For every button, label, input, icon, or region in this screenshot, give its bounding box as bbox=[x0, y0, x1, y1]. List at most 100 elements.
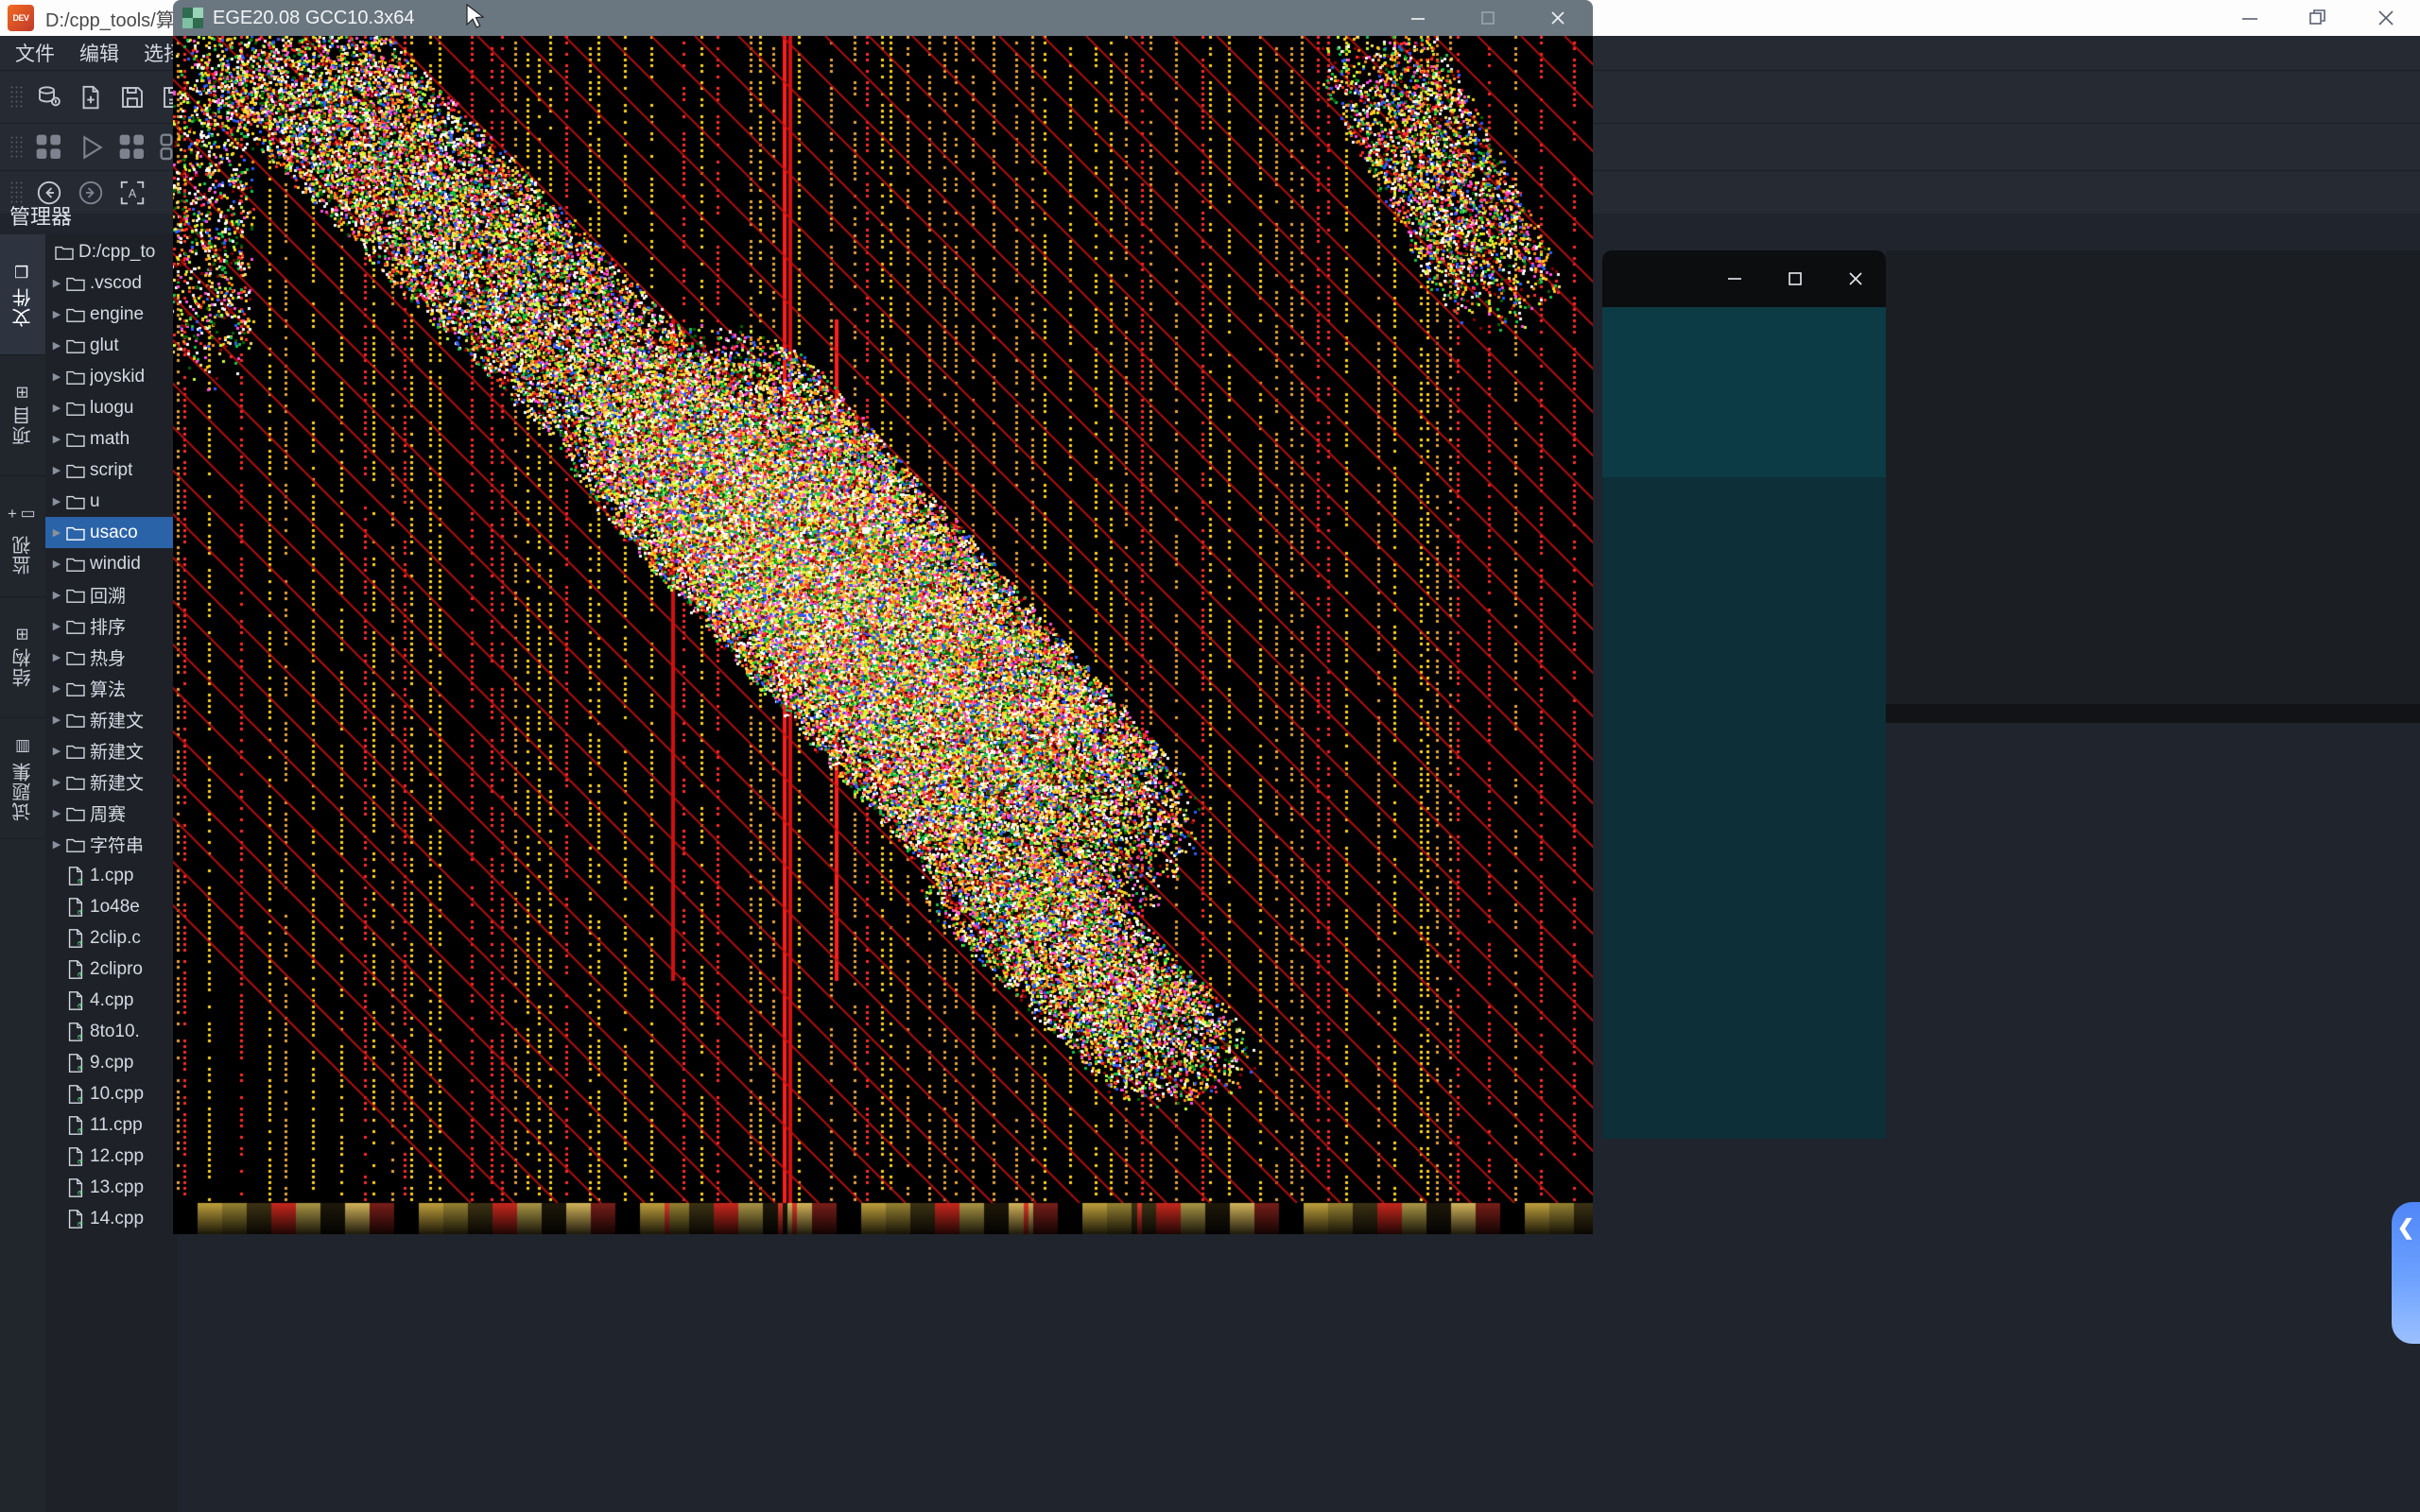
chevron-right-icon[interactable]: ▶ bbox=[49, 433, 64, 445]
menu-item-file[interactable]: 文件 bbox=[15, 39, 55, 67]
tree-item-3[interactable]: ▶ joyskid bbox=[45, 361, 178, 392]
tree-item-6[interactable]: ▶ script bbox=[45, 455, 178, 486]
tree-item-label: math bbox=[90, 428, 130, 449]
folder-icon bbox=[64, 712, 87, 729]
tree-item-8[interactable]: ▶ usaco bbox=[45, 517, 178, 548]
activity-bar: 文件 ❑ 项目 ⊞ 监视 +▯ 结构 ⊞ 试题集 ▤ bbox=[0, 234, 45, 1512]
tree-item-1[interactable]: ▶ engine bbox=[45, 299, 178, 330]
chevron-right-icon[interactable]: ▶ bbox=[49, 495, 64, 507]
chevron-right-icon[interactable]: ▶ bbox=[49, 838, 64, 850]
close-icon[interactable] bbox=[2352, 0, 2420, 36]
sidebar-item-problemset[interactable]: 试题集 ▤ bbox=[0, 718, 45, 839]
tree-item-26[interactable]: c 10.cpp bbox=[45, 1078, 178, 1109]
maximize-icon[interactable] bbox=[1765, 250, 1825, 307]
database-icon[interactable] bbox=[28, 78, 70, 116]
chevron-right-icon[interactable]: ▶ bbox=[49, 402, 64, 414]
tree-item-7[interactable]: ▶ u bbox=[45, 486, 178, 517]
chevron-right-icon[interactable]: ▶ bbox=[49, 526, 64, 539]
compile-icon[interactable] bbox=[28, 129, 70, 166]
chevron-right-icon[interactable]: ▶ bbox=[49, 745, 64, 757]
menu-item-edit[interactable]: 编辑 bbox=[79, 39, 119, 67]
tree-item-28[interactable]: c 12.cpp bbox=[45, 1141, 178, 1172]
tree-item-30[interactable]: c 14.cpp bbox=[45, 1203, 178, 1234]
chevron-right-icon[interactable]: ▶ bbox=[49, 589, 64, 601]
minimize-icon[interactable] bbox=[1704, 250, 1765, 307]
close-icon[interactable] bbox=[1523, 0, 1593, 36]
folder-icon bbox=[64, 306, 87, 323]
tree-item-13[interactable]: ▶ 算法 bbox=[45, 673, 178, 704]
svg-text:A: A bbox=[129, 187, 137, 200]
chevron-right-icon[interactable]: ▶ bbox=[49, 464, 64, 476]
tree-item-2[interactable]: ▶ glut bbox=[45, 330, 178, 361]
tree-item-18[interactable]: ▶ 字符串 bbox=[45, 829, 178, 860]
tree-item-12[interactable]: ▶ 热身 bbox=[45, 642, 178, 673]
tree-item-15[interactable]: ▶ 新建文 bbox=[45, 735, 178, 766]
tree-item-10[interactable]: ▶ 回溯 bbox=[45, 579, 178, 610]
tree-item-25[interactable]: c 9.cpp bbox=[45, 1047, 178, 1078]
folder-icon bbox=[64, 400, 87, 417]
select-all-icon[interactable]: A bbox=[112, 174, 153, 212]
tree-item-27[interactable]: c 11.cpp bbox=[45, 1109, 178, 1141]
tree-item-9[interactable]: ▶ windid bbox=[45, 548, 178, 579]
project-icon: ⊞ bbox=[15, 383, 30, 402]
toolbar-grip-3[interactable] bbox=[9, 134, 23, 160]
maximize-icon[interactable] bbox=[1453, 0, 1523, 36]
cpp-file-icon: c bbox=[64, 959, 87, 980]
minimize-icon[interactable] bbox=[2216, 0, 2284, 36]
new-file-icon[interactable] bbox=[70, 78, 112, 116]
tree-item-14[interactable]: ▶ 新建文 bbox=[45, 704, 178, 735]
ege-title-bar[interactable]: EGE20.08 GCC10.3x64 bbox=[173, 0, 1593, 36]
activity-tab-label: 文件 bbox=[12, 287, 34, 327]
tree-item-11[interactable]: ▶ 排序 bbox=[45, 610, 178, 642]
tree-item-0[interactable]: ▶ .vscod bbox=[45, 267, 178, 299]
chevron-right-icon[interactable]: ▶ bbox=[49, 776, 64, 788]
sidebar-item-structure[interactable]: 结构 ⊞ bbox=[0, 597, 45, 718]
folder-icon bbox=[64, 618, 87, 635]
tree-item-23[interactable]: c 4.cpp bbox=[45, 985, 178, 1016]
minimize-icon[interactable] bbox=[1383, 0, 1453, 36]
chevron-right-icon[interactable]: ▶ bbox=[49, 807, 64, 819]
chevron-right-icon[interactable]: ▶ bbox=[49, 370, 64, 383]
toolbar-grip[interactable] bbox=[9, 84, 23, 110]
tree-item-16[interactable]: ▶ 新建文 bbox=[45, 766, 178, 798]
cpp-file-icon: c bbox=[64, 990, 87, 1011]
chevron-right-icon[interactable]: ▶ bbox=[49, 558, 64, 570]
tree-item-label: 12.cpp bbox=[90, 1145, 145, 1166]
file-tree[interactable]: D:/cpp_to ▶ .vscod ▶ engine ▶ glut ▶ joyskid ▶ lu… bbox=[45, 234, 178, 1512]
save-icon[interactable] bbox=[112, 78, 153, 116]
tree-item-17[interactable]: ▶ 周赛 bbox=[45, 798, 178, 829]
folder-icon bbox=[64, 337, 87, 354]
tree-item-22[interactable]: c 2clipro bbox=[45, 954, 178, 985]
run-icon[interactable] bbox=[70, 129, 112, 166]
forward-icon[interactable] bbox=[70, 174, 112, 212]
tree-item-5[interactable]: ▶ math bbox=[45, 423, 178, 455]
folder-icon bbox=[64, 587, 87, 604]
tree-item-label: 2clipro bbox=[90, 958, 143, 979]
edge-slideout-tab[interactable]: ❮ bbox=[2392, 1202, 2420, 1344]
tree-item-29[interactable]: c 13.cpp bbox=[45, 1172, 178, 1203]
folder-icon bbox=[64, 275, 87, 292]
ege-canvas[interactable] bbox=[173, 36, 1593, 1234]
chevron-right-icon[interactable]: ▶ bbox=[49, 308, 64, 320]
sidebar-item-files[interactable]: 文件 ❑ bbox=[0, 234, 45, 355]
tree-item-4[interactable]: ▶ luogu bbox=[45, 392, 178, 423]
tree-root-row[interactable]: D:/cpp_to bbox=[45, 236, 178, 267]
watch-icon: +▯ bbox=[8, 504, 38, 523]
chevron-right-icon[interactable]: ▶ bbox=[49, 277, 64, 289]
restore-icon[interactable] bbox=[2284, 0, 2352, 36]
chevron-right-icon[interactable]: ▶ bbox=[49, 339, 64, 352]
tree-item-19[interactable]: c 1.cpp bbox=[45, 860, 178, 891]
chevron-right-icon[interactable]: ▶ bbox=[49, 620, 64, 632]
chevron-right-icon[interactable]: ▶ bbox=[49, 713, 64, 726]
sidebar-item-watch[interactable]: 监视 +▯ bbox=[0, 476, 45, 597]
tree-item-21[interactable]: c 2clip.c bbox=[45, 922, 178, 954]
chevron-right-icon[interactable]: ▶ bbox=[49, 651, 64, 663]
tree-item-24[interactable]: c 8to10. bbox=[45, 1016, 178, 1047]
compile-run-icon[interactable] bbox=[112, 129, 153, 166]
dev-cpp-logo-icon: DEV bbox=[8, 5, 34, 31]
sidebar-item-project[interactable]: 项目 ⊞ bbox=[0, 355, 45, 476]
tree-item-20[interactable]: c 1o48e bbox=[45, 891, 178, 922]
problemset-icon: ▤ bbox=[12, 736, 33, 754]
close-icon[interactable] bbox=[1825, 250, 1886, 307]
chevron-right-icon[interactable]: ▶ bbox=[49, 682, 64, 695]
